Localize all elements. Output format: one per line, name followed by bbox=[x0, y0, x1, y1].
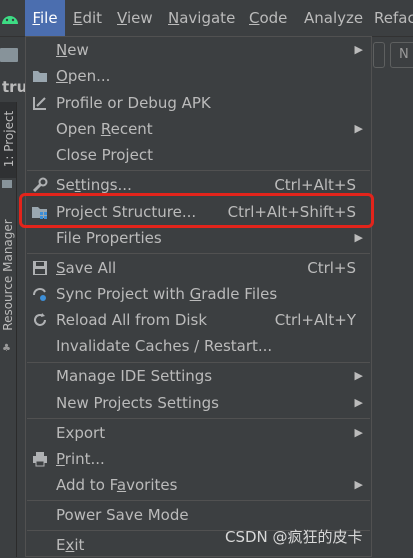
menu-code[interactable]: Code bbox=[249, 0, 287, 36]
menu-item-manage-ide-settings[interactable]: Manage IDE Settings ▶ bbox=[26, 363, 371, 389]
menu-bar: File Edit View Navigate Code Analyze Ref… bbox=[0, 0, 413, 36]
submenu-arrow-icon: ▶ bbox=[354, 122, 363, 135]
menu-item-power-save-mode[interactable]: Power Save Mode bbox=[26, 502, 371, 528]
submenu-arrow-icon: ▶ bbox=[354, 426, 363, 439]
submenu-arrow-icon: ▶ bbox=[354, 396, 363, 409]
shortcut-label: Ctrl+Alt+S bbox=[274, 176, 356, 194]
menu-item-new-projects-settings[interactable]: New Projects Settings ▶ bbox=[26, 390, 371, 416]
menu-item-project-structure[interactable]: Project Structure... Ctrl+Alt+Shift+S bbox=[26, 199, 371, 225]
menu-item-add-to-favorites[interactable]: Add to Favorites ▶ bbox=[26, 472, 371, 498]
folder-icon[interactable] bbox=[0, 48, 18, 62]
menu-separator bbox=[27, 418, 370, 419]
menu-item-open-recent[interactable]: Open Recent ▶ bbox=[26, 116, 371, 142]
menu-analyze[interactable]: Analyze bbox=[304, 0, 363, 36]
submenu-arrow-icon: ▶ bbox=[354, 369, 363, 382]
tab-project[interactable]: 1: Project bbox=[0, 102, 16, 178]
tab-resource-manager[interactable]: Resource Manager bbox=[0, 210, 16, 340]
save-icon bbox=[33, 261, 47, 275]
toolbar-button-n[interactable]: N bbox=[390, 42, 413, 68]
menu-navigate[interactable]: Navigate bbox=[168, 0, 235, 36]
file-menu-dropdown: New ▶ Open... Profile or Debug APK Open … bbox=[25, 36, 372, 557]
menu-item-invalidate-caches[interactable]: Invalidate Caches / Restart... bbox=[26, 333, 371, 359]
menu-item-sync-gradle[interactable]: Sync Project with Gradle Files bbox=[26, 281, 371, 307]
android-studio-logo-icon bbox=[2, 16, 18, 24]
menu-edit[interactable]: Edit bbox=[73, 0, 102, 36]
menu-item-save-all[interactable]: Save All Ctrl+S bbox=[26, 255, 371, 281]
resource-manager-icon: ♣ bbox=[2, 343, 11, 354]
menu-item-new[interactable]: New ▶ bbox=[26, 37, 371, 63]
breadcrumb-text[interactable]: tru bbox=[2, 78, 27, 96]
shortcut-label: Ctrl+Alt+Y bbox=[274, 311, 356, 329]
submenu-arrow-icon: ▶ bbox=[354, 231, 363, 244]
submenu-arrow-icon: ▶ bbox=[354, 478, 363, 491]
project-folder-icon bbox=[2, 180, 12, 188]
menu-item-close-project[interactable]: Close Project bbox=[26, 142, 371, 168]
shortcut-label: Ctrl+Alt+Shift+S bbox=[227, 203, 356, 221]
menu-item-file-properties[interactable]: File Properties ▶ bbox=[26, 225, 371, 251]
breadcrumb: tru bbox=[0, 72, 27, 102]
project-structure-icon bbox=[32, 207, 47, 219]
sync-gradle-icon bbox=[33, 287, 46, 301]
wrench-icon bbox=[32, 177, 48, 193]
menu-separator bbox=[27, 253, 370, 254]
shortcut-label: Ctrl+S bbox=[307, 259, 356, 277]
submenu-arrow-icon: ▶ bbox=[354, 43, 363, 56]
menu-separator bbox=[27, 500, 370, 501]
menu-item-reload-all[interactable]: Reload All from Disk Ctrl+Alt+Y bbox=[26, 307, 371, 333]
menu-separator bbox=[27, 170, 370, 171]
toolbar-button[interactable] bbox=[373, 42, 385, 68]
printer-icon bbox=[33, 452, 47, 467]
profile-apk-icon bbox=[33, 97, 46, 110]
menu-item-profile-debug-apk[interactable]: Profile or Debug APK bbox=[26, 90, 371, 116]
reload-icon bbox=[34, 313, 46, 326]
menu-item-print[interactable]: Print... bbox=[26, 446, 371, 472]
menu-file[interactable]: File bbox=[25, 0, 65, 36]
folder-open-icon bbox=[33, 71, 47, 82]
menu-item-open[interactable]: Open... bbox=[26, 63, 371, 89]
menu-item-settings[interactable]: Settings... Ctrl+Alt+S bbox=[26, 172, 371, 198]
menu-refactor[interactable]: Refac bbox=[374, 0, 413, 36]
menu-view[interactable]: View bbox=[117, 0, 153, 36]
watermark: CSDN @疯狂的皮卡 bbox=[225, 528, 363, 546]
menu-item-export[interactable]: Export ▶ bbox=[26, 420, 371, 446]
